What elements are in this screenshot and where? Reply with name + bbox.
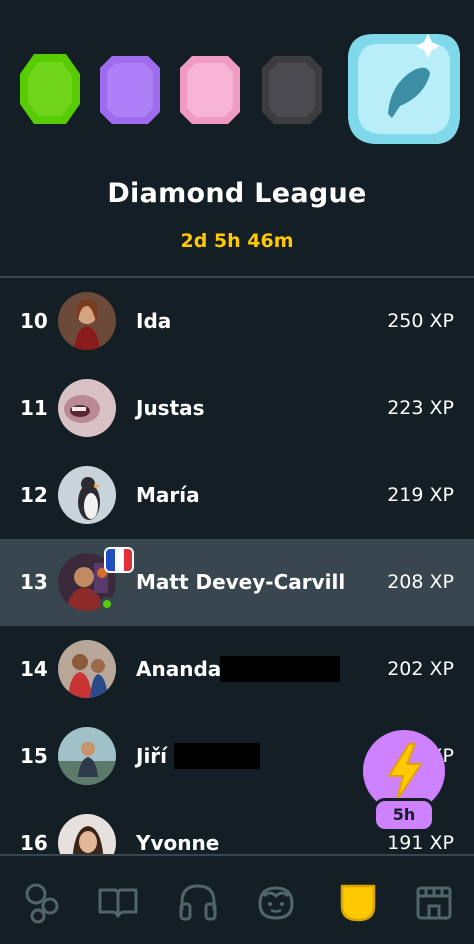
emerald-league-badge-icon — [20, 54, 80, 124]
online-status-dot — [100, 597, 114, 611]
xp-value: 208 XP — [387, 571, 454, 593]
rank-number: 12 — [20, 483, 48, 507]
league-timer: 2d 5h 46m — [180, 230, 294, 252]
avatar[interactable] — [58, 814, 116, 854]
user-name: Yvonne — [136, 831, 220, 854]
xp-boost-button[interactable]: 5h — [363, 730, 445, 832]
pearl-league-badge-icon — [180, 56, 240, 124]
shop-icon[interactable] — [412, 880, 456, 924]
user-name: Justas — [136, 396, 205, 420]
league-shield-icon[interactable] — [336, 880, 380, 924]
rank-number: 14 — [20, 657, 48, 681]
learn-icon[interactable] — [20, 880, 64, 924]
leaderboard-row[interactable]: 11 Justas 223 XP — [0, 365, 474, 452]
leaderboard-row[interactable]: 12 María 219 XP — [0, 452, 474, 539]
xp-value: 219 XP — [387, 484, 454, 506]
leaderboard-row[interactable]: 14 Ananda 202 XP — [0, 626, 474, 713]
xp-value: 202 XP — [387, 658, 454, 680]
league-title: Diamond League — [107, 178, 367, 209]
league-badges — [0, 0, 474, 160]
redacted-surname — [174, 743, 260, 769]
bottom-tab-bar — [0, 854, 474, 944]
league-header: Diamond League 2d 5h 46m — [0, 0, 474, 278]
boost-timer-label: 5h — [373, 798, 435, 832]
rank-number: 13 — [20, 570, 48, 594]
rank-number: 16 — [20, 831, 48, 854]
redacted-surname — [220, 656, 340, 682]
characters-icon[interactable] — [254, 880, 298, 924]
rank-number: 15 — [20, 744, 48, 768]
leaderboard-row-current-user[interactable]: 13 Matt Devey-Carvill 208 XP — [0, 539, 474, 626]
book-icon[interactable] — [96, 880, 140, 924]
amethyst-league-badge-icon — [100, 56, 160, 124]
avatar[interactable] — [58, 640, 116, 698]
xp-value: 223 XP — [387, 397, 454, 419]
headphones-icon[interactable] — [176, 880, 220, 924]
user-name: Jiří — [136, 744, 168, 768]
user-name: María — [136, 483, 200, 507]
user-name: Ananda — [136, 657, 222, 681]
avatar[interactable] — [58, 292, 116, 350]
avatar[interactable] — [58, 379, 116, 437]
avatar[interactable] — [58, 727, 116, 785]
user-name: Ida — [136, 309, 172, 333]
user-name: Matt Devey-Carvill — [136, 570, 346, 594]
france-flag-icon — [104, 547, 134, 573]
diamond-league-badge-icon — [348, 34, 460, 144]
xp-value: 250 XP — [387, 310, 454, 332]
avatar[interactable] — [58, 466, 116, 524]
leaderboard-row[interactable]: 10 Ida 250 XP — [0, 278, 474, 365]
rank-number: 11 — [20, 396, 48, 420]
obsidian-league-badge-icon — [262, 56, 322, 124]
rank-number: 10 — [20, 309, 48, 333]
